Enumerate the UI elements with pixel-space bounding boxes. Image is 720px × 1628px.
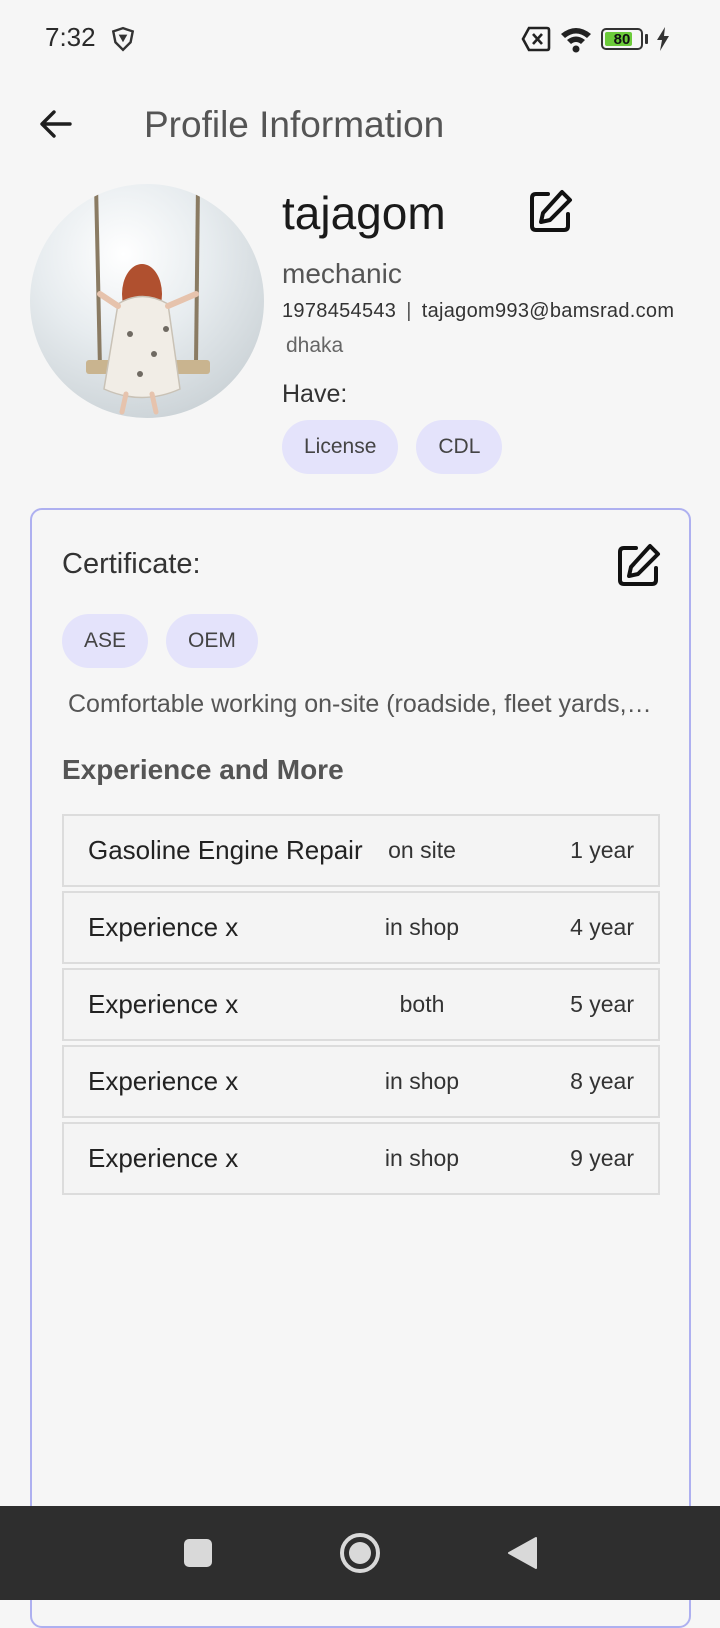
experience-years: 4 year <box>570 914 634 940</box>
table-row[interactable]: Gasoline Engine Repair on site 1 year <box>62 814 660 887</box>
edit-profile-icon[interactable] <box>526 188 574 236</box>
home-circle-icon <box>340 1533 380 1573</box>
home-button[interactable] <box>335 1528 385 1578</box>
chip-oem[interactable]: OEM <box>166 614 258 668</box>
avatar-photo <box>86 184 210 415</box>
back-button[interactable] <box>497 1528 547 1578</box>
experience-location: in shop <box>384 1145 460 1171</box>
work-preference-note: Comfortable working on-site (roadside, f… <box>68 690 658 718</box>
certificate-card: Certificate: ASE OEM Comfortable working… <box>30 508 691 1628</box>
wifi-icon <box>561 28 591 53</box>
contact-separator: | <box>406 300 412 322</box>
edit-certificate-icon[interactable] <box>614 542 662 590</box>
table-row[interactable]: Experience x both 5 year <box>62 968 660 1041</box>
avatar <box>30 184 264 418</box>
shield-icon <box>111 26 135 52</box>
table-row[interactable]: Experience x in shop 8 year <box>62 1045 660 1118</box>
experience-name: Gasoline Engine Repair <box>88 835 363 865</box>
no-sim-icon <box>521 26 551 52</box>
experience-table: Gasoline Engine Repair on site 1 year Ex… <box>62 814 660 1199</box>
email-address: tajagom993@bamsrad.com <box>421 300 675 322</box>
have-chips: License CDL <box>282 420 503 474</box>
phone-number: 1978454543 <box>282 300 397 322</box>
page-title: Profile Information <box>144 104 445 145</box>
experience-name: Experience x <box>88 912 239 942</box>
app-bar: Profile Information <box>0 84 720 164</box>
have-label: Have: <box>282 380 348 408</box>
status-time: 7:32 <box>45 22 96 52</box>
battery-icon: 80 <box>601 28 643 50</box>
experience-location: both <box>399 991 445 1017</box>
experience-years: 5 year <box>570 991 634 1017</box>
experience-location: on site <box>388 837 456 863</box>
certificate-chips: ASE OEM <box>62 614 258 668</box>
profile-name: tajagom <box>282 187 446 239</box>
experience-location: in shop <box>384 914 460 940</box>
charging-bolt-icon <box>657 27 669 51</box>
experience-name: Experience x <box>88 989 239 1019</box>
status-bar: 7:32 80 <box>0 0 720 80</box>
battery-tip <box>645 34 648 44</box>
table-row[interactable]: Experience x in shop 9 year <box>62 1122 660 1195</box>
chip-ase[interactable]: ASE <box>62 614 149 668</box>
chip-license[interactable]: License <box>282 420 399 474</box>
back-arrow-icon[interactable] <box>36 104 76 144</box>
back-triangle-icon <box>508 1537 537 1569</box>
status-icons: 80 <box>521 24 670 54</box>
chip-cdl[interactable]: CDL <box>416 420 503 474</box>
profile-role: mechanic <box>282 258 402 289</box>
battery-level: 80 <box>613 30 631 48</box>
system-nav-bar <box>0 1506 720 1600</box>
experience-name: Experience x <box>88 1066 239 1096</box>
certificate-label: Certificate: <box>62 548 201 580</box>
recents-button[interactable] <box>173 1528 223 1578</box>
experience-location: in shop <box>384 1068 460 1094</box>
experience-years: 8 year <box>570 1068 634 1094</box>
recents-square-icon <box>184 1539 212 1567</box>
experience-years: 9 year <box>570 1145 634 1171</box>
experience-name: Experience x <box>88 1143 239 1173</box>
profile-city: dhaka <box>286 334 344 357</box>
experience-years: 1 year <box>570 837 634 863</box>
table-row[interactable]: Experience x in shop 4 year <box>62 891 660 964</box>
experience-heading: Experience and More <box>62 754 344 785</box>
contact-line: 1978454543 | tajagom993@bamsrad.com <box>282 300 674 323</box>
